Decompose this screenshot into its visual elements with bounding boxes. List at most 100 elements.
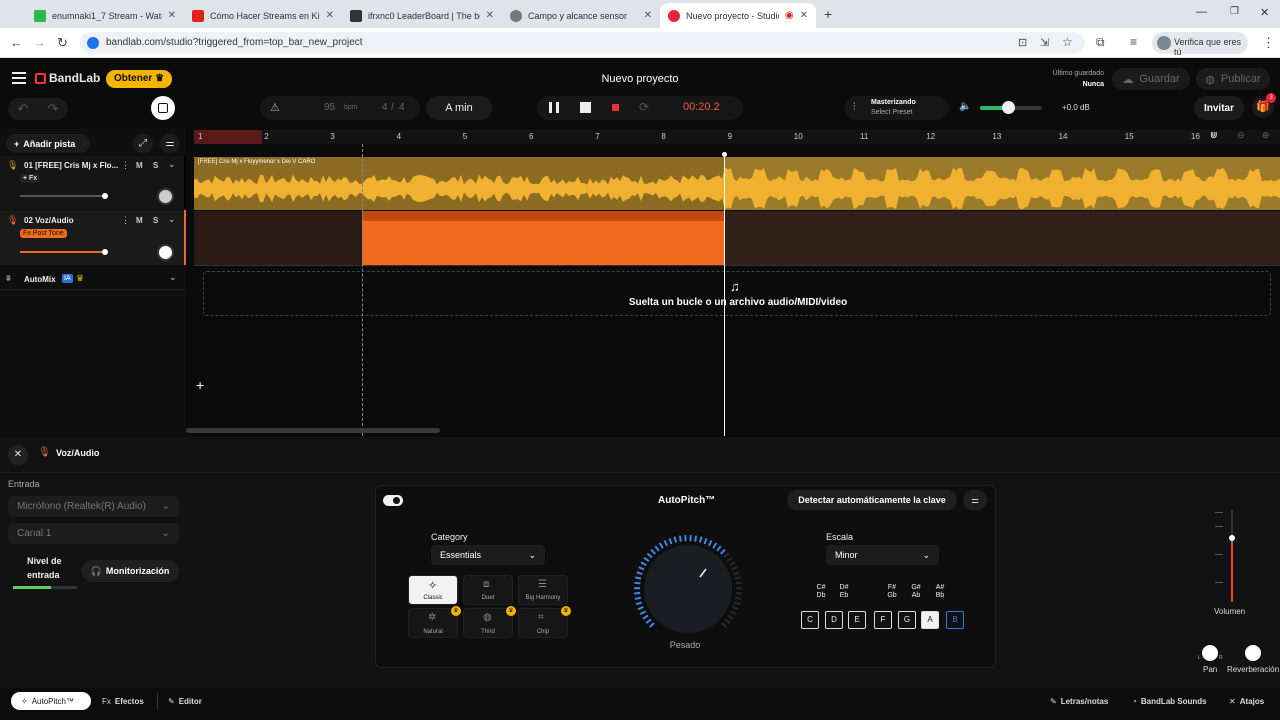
browser-tab[interactable]: Cómo Hacer Streams en Kick (C ✕ xyxy=(184,3,342,28)
view-toggle-button[interactable] xyxy=(151,96,175,120)
audio-region-beat[interactable]: [FREE] Cris Mj x Floyymenor x Dei V CARO xyxy=(194,157,1280,210)
reload-icon[interactable]: ↻ xyxy=(57,35,68,51)
reading-list-icon[interactable]: ≡ xyxy=(1130,35,1137,49)
drop-zone[interactable]: ♫ Suelta un bucle o un archivo audio/MID… xyxy=(203,271,1271,316)
browser-menu-icon[interactable]: ⋮ xyxy=(1262,35,1275,51)
slider-handle[interactable] xyxy=(102,193,108,199)
close-tab-icon[interactable]: ✕ xyxy=(800,10,808,21)
key-f[interactable]: F xyxy=(874,611,892,629)
close-panel-button[interactable]: ✕ xyxy=(8,445,28,465)
pan-knob[interactable] xyxy=(157,188,174,205)
key-button[interactable]: A min xyxy=(426,96,492,120)
snap-magnet-icon[interactable]: ⋓ xyxy=(1210,130,1218,141)
speaker-icon[interactable]: 🔈 xyxy=(959,101,971,112)
track-header[interactable]: 🎙 01 [FREE] Cris Mj x Flo... ⋮ M S ⌄ + F… xyxy=(0,156,186,209)
mastering-button[interactable]: ⫶ Masterizando Select Preset xyxy=(845,96,949,120)
volume-fader[interactable] xyxy=(1215,510,1235,602)
bpm-value[interactable]: 95 xyxy=(324,102,335,113)
reverb-knob[interactable] xyxy=(1245,645,1261,661)
solo-button[interactable]: S xyxy=(153,216,158,225)
time-signature-num[interactable]: 4 xyxy=(382,102,388,113)
close-tab-icon[interactable]: ✕ xyxy=(486,10,494,21)
key-c-sharp[interactable]: C# Db xyxy=(813,584,829,600)
key-b[interactable]: B xyxy=(946,611,964,629)
strength-knob[interactable] xyxy=(630,535,746,645)
invite-button[interactable]: Invitar xyxy=(1194,96,1244,120)
forward-icon[interactable]: → xyxy=(33,35,46,50)
automix-row[interactable]: ⩩ AutoMix IA ♛ ⌄ xyxy=(0,268,186,290)
monitor-button[interactable]: 🎧 Monitorización xyxy=(81,560,179,582)
pan-knob[interactable] xyxy=(1202,645,1218,661)
browser-tab-active[interactable]: Nuevo proyecto - Studio ◉ ✕ xyxy=(660,3,816,28)
key-g-sharp[interactable]: G# Ab xyxy=(908,584,924,600)
recording-region[interactable] xyxy=(362,221,724,265)
maximize-window-icon[interactable]: ❐ xyxy=(1230,6,1239,17)
category-select[interactable]: Essentials ⌄ xyxy=(431,545,545,565)
track-menu-icon[interactable]: ⋮ xyxy=(121,215,130,226)
track-volume-slider[interactable] xyxy=(20,193,108,199)
key-a[interactable]: A xyxy=(921,611,939,629)
autopitch-settings-button[interactable]: ⚌ xyxy=(963,490,987,510)
track-menu-icon[interactable]: ⋮ xyxy=(121,160,130,171)
master-volume-knob[interactable] xyxy=(1001,101,1015,114)
gift-button[interactable]: 🎁 3 xyxy=(1252,93,1276,118)
volume-fader-handle[interactable] xyxy=(1229,535,1235,541)
publish-button[interactable]: ◍ Publicar xyxy=(1196,68,1270,90)
zoom-in-icon[interactable]: ⊕ xyxy=(1262,130,1270,141)
playhead[interactable] xyxy=(724,154,725,436)
preset-duet[interactable]: ⧈ Duet xyxy=(463,575,513,605)
screenshot-icon[interactable]: ⊡ xyxy=(1018,36,1027,49)
preset-classic[interactable]: ✧ Classic xyxy=(408,575,458,605)
chevron-down-icon[interactable]: ⌄ xyxy=(168,159,176,170)
fx-post-tone-badge[interactable]: Fx Post Tone xyxy=(20,229,67,238)
stop-icon[interactable] xyxy=(580,102,591,113)
back-icon[interactable]: ← xyxy=(10,35,23,50)
preset-big-harmony[interactable]: ☰ Big Harmony xyxy=(518,575,568,605)
minimize-window-icon[interactable]: — xyxy=(1196,6,1207,18)
pan-knob[interactable] xyxy=(157,244,174,261)
tab-lyrics[interactable]: ✎ Letras/notas xyxy=(1040,692,1118,710)
tab-shortcuts[interactable]: ✕ Atajos xyxy=(1219,692,1274,710)
record-icon[interactable] xyxy=(612,104,619,111)
key-e[interactable]: E xyxy=(848,611,866,629)
close-tab-icon[interactable]: ✕ xyxy=(644,10,652,21)
automation-button[interactable]: ⤢ xyxy=(133,134,153,153)
scale-select[interactable]: Minor ⌄ xyxy=(826,545,939,565)
pause-icon[interactable] xyxy=(549,102,559,113)
url-bar[interactable]: bandlab.com/studio?triggered_from=top_ba… xyxy=(80,32,1085,54)
key-d-sharp[interactable]: D# Eb xyxy=(836,584,852,600)
extensions-icon[interactable]: ⧉ xyxy=(1096,35,1105,50)
input-device-select[interactable]: Micrófono (Realtek(R) Audio) ⌄ xyxy=(8,496,179,517)
redo-icon[interactable]: ↷ xyxy=(48,101,59,117)
loop-region[interactable] xyxy=(194,130,262,144)
slider-handle[interactable] xyxy=(102,249,108,255)
track-volume-slider[interactable] xyxy=(20,249,108,255)
metronome-icon[interactable]: ⚠ xyxy=(270,101,280,114)
tab-autopitch[interactable]: ✧ AutoPitch™ xyxy=(11,692,91,710)
key-f-sharp[interactable]: F# Gb xyxy=(884,584,900,600)
key-g[interactable]: G xyxy=(898,611,916,629)
site-info-icon[interactable] xyxy=(87,37,99,49)
undo-icon[interactable]: ↶ xyxy=(18,101,29,117)
add-track-button[interactable]: + Añadir pista xyxy=(6,134,90,153)
timeline-ruler[interactable]: 1 2 3 4 5 6 7 8 9 10 11 12 13 14 15 16 ⋓ ⊖ ⊕ xyxy=(194,130,1280,144)
tab-editor[interactable]: ✎ Editor xyxy=(157,692,212,710)
loop-icon[interactable]: ⟳ xyxy=(639,100,649,114)
detect-key-button[interactable]: Detectar automáticamente la clave xyxy=(787,490,957,510)
key-d[interactable]: D xyxy=(825,611,843,629)
solo-button[interactable]: S xyxy=(153,161,158,170)
add-fx-button[interactable]: + Fx xyxy=(20,174,41,183)
time-signature-den[interactable]: 4 xyxy=(399,102,405,113)
mute-button[interactable]: M xyxy=(136,161,143,170)
browser-tab[interactable]: ifrxnc0 LeaderBoard | The best ✕ xyxy=(342,3,502,28)
profile-verify-chip[interactable]: Verifica que eres tú xyxy=(1152,32,1248,57)
mute-button[interactable]: M xyxy=(136,216,143,225)
track-header-selected[interactable]: 🎙 02 Voz/Audio ⋮ M S ⌄ Fx Post Tone xyxy=(0,210,186,265)
tab-bandlab-sounds[interactable]: ◔ BandLab Sounds xyxy=(1122,692,1217,710)
new-tab-button[interactable]: + xyxy=(824,6,832,22)
bookmark-star-icon[interactable]: ☆ xyxy=(1062,35,1073,49)
zoom-out-icon[interactable]: ⊖ xyxy=(1237,130,1245,141)
key-a-sharp[interactable]: A# Bb xyxy=(932,584,948,600)
save-button[interactable]: ☁ Guardar xyxy=(1112,68,1190,90)
browser-tab[interactable]: Campo y alcance sensor ✕ xyxy=(502,3,660,28)
